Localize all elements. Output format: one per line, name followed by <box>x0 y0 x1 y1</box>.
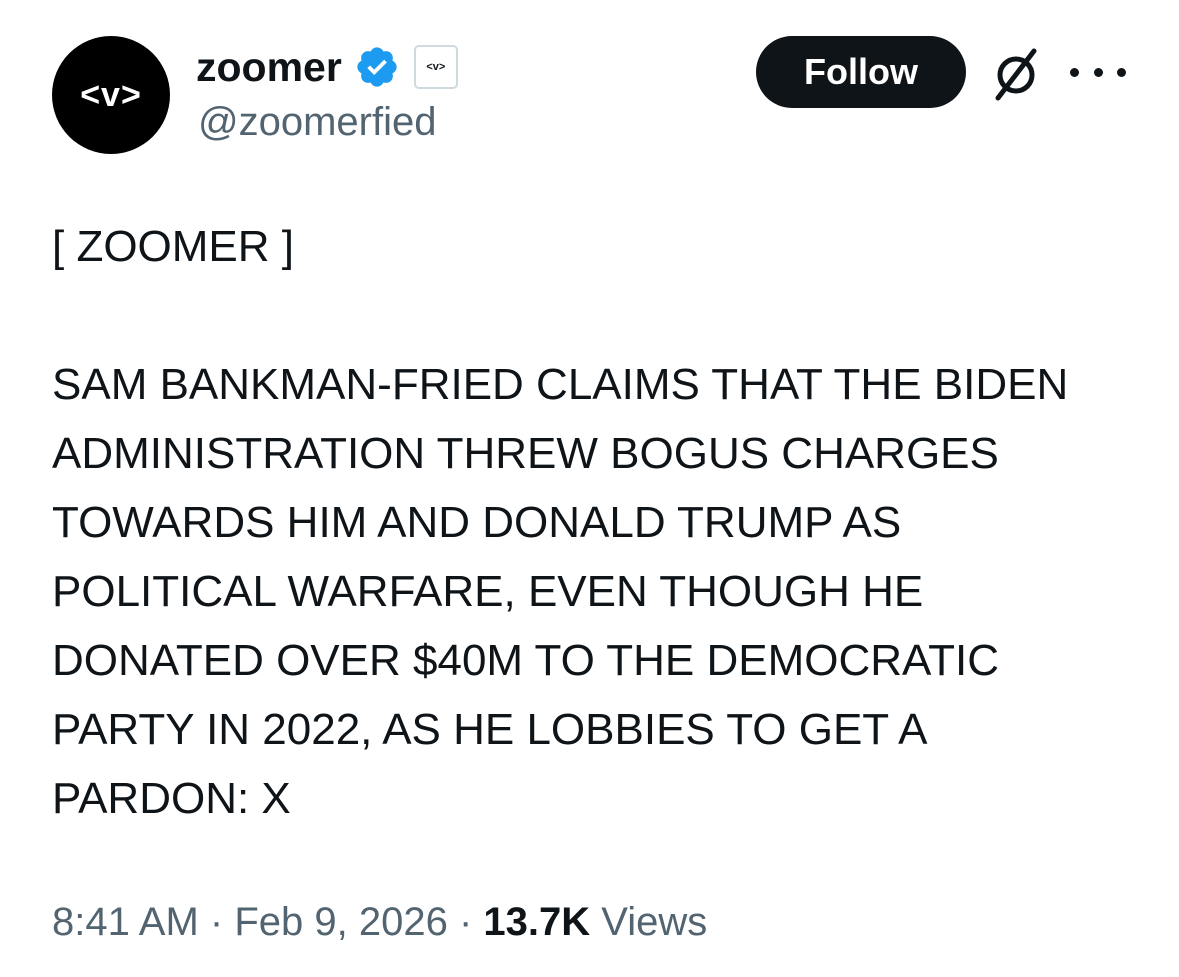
affiliate-badge-text: <v> <box>426 61 446 73</box>
avatar[interactable]: <v> <box>52 36 170 154</box>
views-count[interactable]: 13.7K <box>483 900 590 944</box>
tweet-date[interactable]: Feb 9, 2026 <box>234 900 448 944</box>
tweet-meta: 8:41 AM · Feb 9, 2026 · 13.7K Views <box>52 900 707 944</box>
more-options-icon[interactable] <box>1070 56 1126 88</box>
grok-icon[interactable] <box>986 44 1046 104</box>
meta-separator: · <box>458 900 473 944</box>
more-dot <box>1070 67 1079 77</box>
more-dot <box>1117 67 1126 77</box>
tweet-text: [ ZOOMER ] SAM BANKMAN-FRIED CLAIMS THAT… <box>52 222 1069 823</box>
affiliate-badge[interactable]: <v> <box>413 45 458 89</box>
tweet-time[interactable]: 8:41 AM <box>52 900 199 944</box>
display-name[interactable]: zoomer <box>196 46 342 88</box>
avatar-logo-text: <v> <box>80 75 142 114</box>
user-handle[interactable]: @zoomerfied <box>198 100 436 144</box>
follow-button[interactable]: Follow <box>756 36 966 108</box>
meta-separator: · <box>209 900 224 944</box>
verified-badge-icon[interactable] <box>354 44 400 90</box>
more-dot <box>1093 67 1103 77</box>
views-label: Views <box>601 900 708 944</box>
author-name-row: zoomer <v> <box>196 40 458 94</box>
